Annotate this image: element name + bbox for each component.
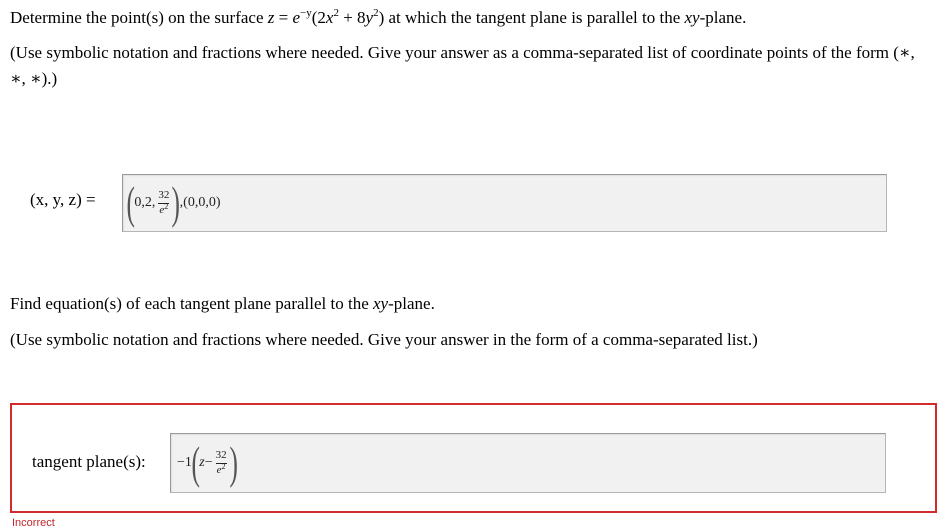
tangent-plane-label: tangent plane(s): <box>32 452 146 471</box>
question1-instructions: (Use symbolic notation and fractions whe… <box>10 43 915 88</box>
fraction-denominator: e2 <box>215 461 227 476</box>
left-paren: ( <box>191 437 200 488</box>
right-paren: ) <box>171 177 181 228</box>
incorrect-status: Incorrect <box>12 517 55 529</box>
tangent-plane-formula: −1 ( z − 32 e2 ) <box>177 434 237 492</box>
question2-prompt: Find equation(s) of each tangent plane p… <box>10 294 435 313</box>
answer-lead: 0,2, <box>134 195 156 210</box>
fraction: 32 e2 <box>157 189 170 216</box>
answer-lead: −1 <box>177 455 192 470</box>
fraction-denominator: e2 <box>158 201 170 216</box>
question1-prompt: Determine the point(s) on the surface z … <box>10 7 747 28</box>
answer-tail: ,(0,0,0) <box>179 195 221 210</box>
tangent-plane-input[interactable]: −1 ( z − 32 e2 ) <box>170 433 886 493</box>
question2-instructions: (Use symbolic notation and fractions whe… <box>10 330 758 349</box>
fraction: 32 e2 <box>215 449 228 476</box>
answer-minus: − <box>204 455 213 470</box>
point-answer-input[interactable]: ( 0,2, 32 e2 ) ,(0,0,0) <box>122 174 887 232</box>
point-answer-formula: ( 0,2, 32 e2 ) ,(0,0,0) <box>126 175 221 231</box>
left-paren: ( <box>126 177 135 228</box>
point-answer-label: (x, y, z) = <box>30 190 96 209</box>
right-paren: ) <box>229 437 238 488</box>
